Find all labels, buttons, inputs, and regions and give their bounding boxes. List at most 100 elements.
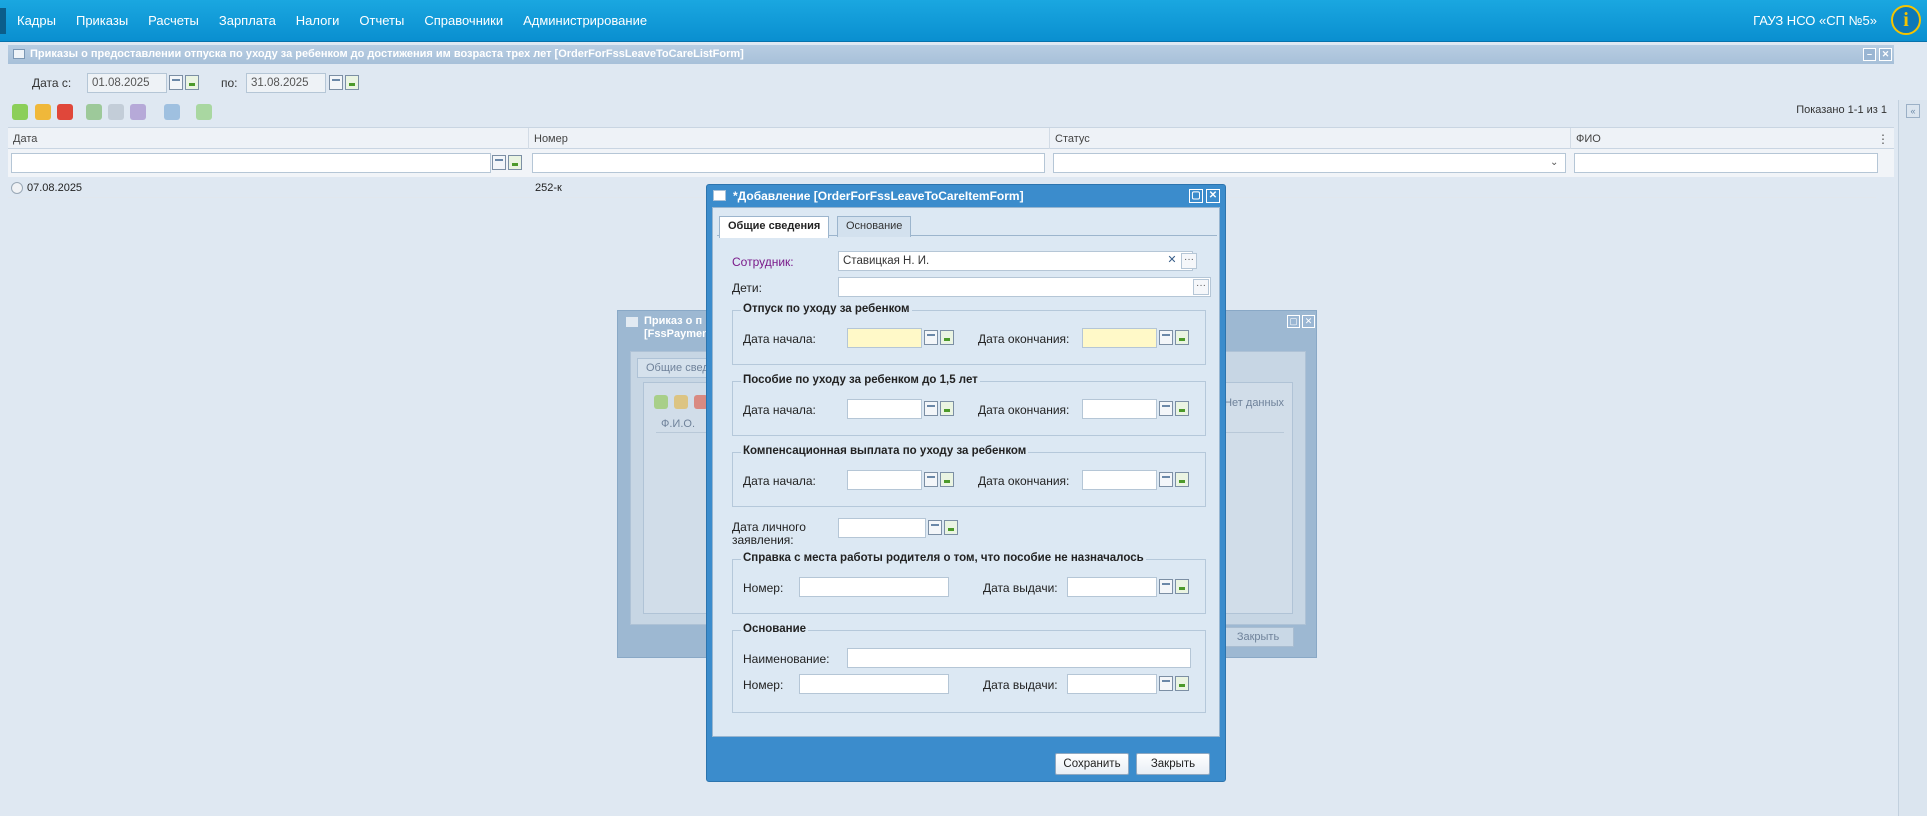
calendar-icon[interactable] bbox=[1159, 472, 1173, 487]
group-certificate-title: Справка с места работы родителя о том, ч… bbox=[741, 552, 1146, 564]
main-menu: Кадры Приказы Расчеты Зарплата Налоги От… bbox=[17, 13, 667, 28]
unapprove-icon[interactable] bbox=[108, 104, 124, 120]
close-button[interactable]: Закрыть bbox=[1136, 753, 1210, 775]
column-fio[interactable]: ФИО bbox=[1571, 128, 1876, 150]
compensation-end-input[interactable] bbox=[1082, 470, 1157, 490]
menu-item-zarplata[interactable]: Зарплата bbox=[219, 13, 276, 28]
date-picker-icon[interactable] bbox=[944, 520, 958, 535]
date-picker-icon[interactable] bbox=[1175, 330, 1189, 345]
filter-date-input[interactable] bbox=[11, 153, 491, 173]
allowance-end-input[interactable] bbox=[1082, 399, 1157, 419]
calendar-icon[interactable] bbox=[1159, 401, 1173, 416]
clear-icon[interactable]: ✕ bbox=[1165, 253, 1179, 267]
certificate-number-input[interactable] bbox=[799, 577, 949, 597]
menu-item-nalogi[interactable]: Налоги bbox=[296, 13, 340, 28]
info-icon[interactable]: i bbox=[1891, 5, 1921, 35]
filter-fio-input[interactable] bbox=[1574, 153, 1878, 173]
certificate-issue-input[interactable] bbox=[1067, 577, 1157, 597]
edit-icon[interactable] bbox=[674, 395, 688, 409]
date-picker-icon[interactable] bbox=[1175, 579, 1189, 594]
basis-name-input[interactable] bbox=[847, 648, 1191, 668]
date-picker-icon[interactable] bbox=[940, 472, 954, 487]
filter-status-select[interactable] bbox=[1053, 153, 1566, 173]
date-picker-icon[interactable] bbox=[345, 75, 359, 90]
menu-item-raschety[interactable]: Расчеты bbox=[148, 13, 199, 28]
calendar-icon[interactable] bbox=[329, 75, 343, 90]
filter-number-input[interactable] bbox=[532, 153, 1045, 173]
organization-name[interactable]: ГАУЗ НСО «СП №5» bbox=[1753, 13, 1877, 28]
close-icon[interactable]: ✕ bbox=[1302, 315, 1315, 328]
menu-item-prikazy[interactable]: Приказы bbox=[76, 13, 128, 28]
tab-general[interactable]: Общие сведения bbox=[719, 216, 830, 238]
calendar-icon[interactable] bbox=[1159, 330, 1173, 345]
column-date[interactable]: Дата bbox=[8, 128, 529, 150]
column-status[interactable]: Статус bbox=[1050, 128, 1571, 150]
menu-item-spravochniki[interactable]: Справочники bbox=[424, 13, 503, 28]
personal-application-date-input[interactable] bbox=[838, 518, 926, 538]
calendar-icon[interactable] bbox=[1159, 676, 1173, 691]
column-number[interactable]: Номер bbox=[529, 128, 1050, 150]
save-button[interactable]: Сохранить bbox=[1055, 753, 1129, 775]
refresh-icon[interactable] bbox=[196, 104, 212, 120]
add-icon[interactable] bbox=[654, 395, 668, 409]
close-icon[interactable]: ✕ bbox=[1206, 189, 1220, 203]
compensation-start-label: Дата начала: bbox=[743, 474, 816, 488]
paging-info: Показано 1-1 из 1 bbox=[1796, 104, 1887, 116]
print-menu-icon[interactable] bbox=[164, 104, 180, 120]
edit-icon[interactable] bbox=[35, 104, 51, 120]
calendar-icon[interactable] bbox=[924, 472, 938, 487]
date-picker-icon[interactable] bbox=[508, 155, 522, 170]
leave-start-input[interactable] bbox=[847, 328, 922, 348]
group-basis: Основание Наименование: Номер: Дата выда… bbox=[732, 623, 1206, 713]
date-picker-icon[interactable] bbox=[1175, 401, 1189, 416]
employee-field[interactable]: Ставицкая Н. И. bbox=[838, 251, 1193, 271]
leave-end-input[interactable] bbox=[1082, 328, 1157, 348]
calendar-icon[interactable] bbox=[169, 75, 183, 90]
group-leave: Отпуск по уходу за ребенком Дата начала:… bbox=[732, 303, 1206, 365]
approve-icon[interactable] bbox=[86, 104, 102, 120]
app-logo bbox=[0, 8, 6, 34]
maximize-icon[interactable]: ▢ bbox=[1189, 189, 1203, 203]
menu-item-administrirovanie[interactable]: Администрирование bbox=[523, 13, 647, 28]
date-picker-icon[interactable] bbox=[1175, 676, 1189, 691]
calendar-icon[interactable] bbox=[924, 330, 938, 345]
maximize-icon[interactable]: ▢ bbox=[1287, 315, 1300, 328]
menu-item-otchety[interactable]: Отчеты bbox=[359, 13, 404, 28]
date-picker-icon[interactable] bbox=[1175, 472, 1189, 487]
minimize-icon[interactable]: – bbox=[1863, 48, 1876, 61]
date-to-input[interactable]: 31.08.2025 bbox=[246, 73, 326, 93]
delete-icon[interactable] bbox=[57, 104, 73, 120]
background-tab-general[interactable]: Общие сведе bbox=[637, 358, 717, 378]
tab-basis[interactable]: Основание bbox=[837, 216, 912, 237]
background-close-button[interactable]: Закрыть bbox=[1222, 627, 1294, 647]
calendar-icon[interactable] bbox=[1159, 579, 1173, 594]
basis-issue-input[interactable] bbox=[1067, 674, 1157, 694]
date-from-input[interactable]: 01.08.2025 bbox=[87, 73, 167, 93]
calendar-icon[interactable] bbox=[924, 401, 938, 416]
date-picker-icon[interactable] bbox=[940, 401, 954, 416]
leave-start-label: Дата начала: bbox=[743, 332, 816, 346]
group-allowance-title: Пособие по уходу за ребенком до 1,5 лет bbox=[741, 374, 980, 386]
date-picker-icon[interactable] bbox=[940, 330, 954, 345]
calendar-icon[interactable] bbox=[928, 520, 942, 535]
children-label: Дети: bbox=[732, 281, 762, 295]
basis-number-input[interactable] bbox=[799, 674, 949, 694]
menu-item-kadry[interactable]: Кадры bbox=[17, 13, 56, 28]
actions-menu-icon[interactable] bbox=[130, 104, 146, 120]
employee-select-button[interactable]: ··· bbox=[1181, 253, 1197, 269]
date-filter-bar: Дата с: 01.08.2025 по: 31.08.2025 bbox=[8, 71, 1894, 95]
add-icon[interactable] bbox=[12, 104, 28, 120]
date-picker-icon[interactable] bbox=[185, 75, 199, 90]
compensation-start-input[interactable] bbox=[847, 470, 922, 490]
chevron-down-icon[interactable]: ⌄ bbox=[1550, 157, 1558, 168]
children-select-button[interactable]: ··· bbox=[1193, 279, 1209, 295]
allowance-start-input[interactable] bbox=[847, 399, 922, 419]
close-icon[interactable]: ✕ bbox=[1879, 48, 1892, 61]
window-icon bbox=[13, 49, 25, 59]
column-menu-icon[interactable]: ⋮ bbox=[1877, 132, 1889, 146]
expand-panel-icon[interactable]: « bbox=[1906, 104, 1920, 118]
children-field[interactable] bbox=[838, 277, 1211, 297]
dialog-body: Общие сведения Основание Сотрудник: Став… bbox=[712, 207, 1220, 737]
calendar-icon[interactable] bbox=[492, 155, 506, 170]
group-allowance: Пособие по уходу за ребенком до 1,5 лет … bbox=[732, 374, 1206, 436]
